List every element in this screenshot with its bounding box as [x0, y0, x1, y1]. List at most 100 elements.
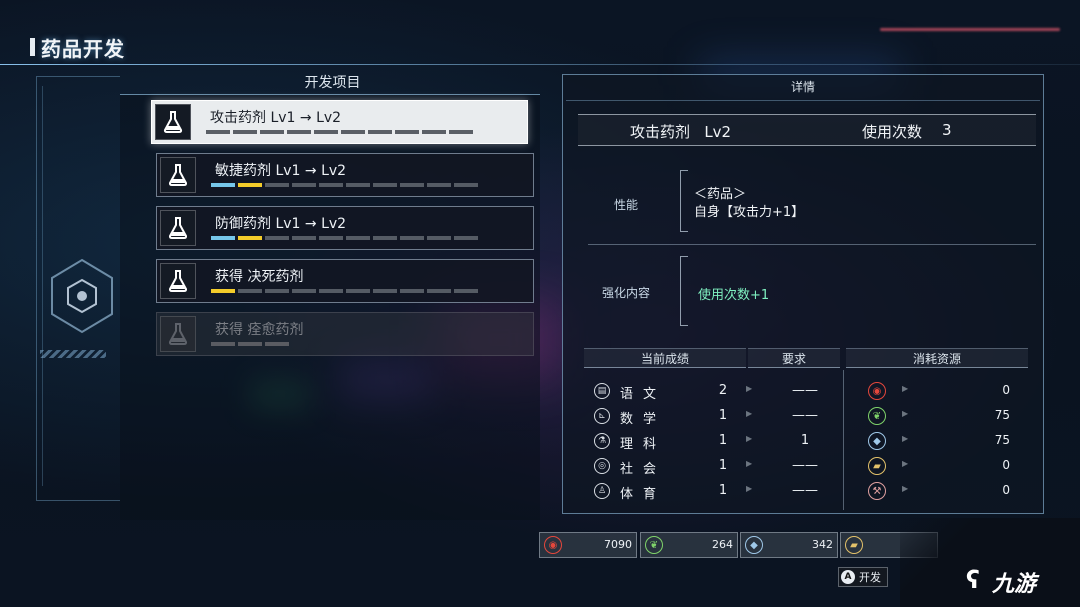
- crystal-icon: ◆: [745, 536, 763, 554]
- stat-required: ——: [792, 383, 818, 398]
- science-icon: ⚗: [594, 433, 610, 449]
- flask-icon: [160, 157, 196, 193]
- progress-segment: [287, 130, 311, 134]
- resource-bar-cell: ❦ 264: [640, 532, 738, 558]
- hammer-icon: ⚒: [868, 482, 886, 500]
- left-deco-stripes: [40, 350, 106, 358]
- red-gem-icon: ◉: [868, 382, 886, 400]
- progress-segment: [233, 130, 257, 134]
- arrow-right-icon: ▶: [902, 434, 909, 443]
- title-divider: [0, 64, 1080, 65]
- table-row: ⚗ 理科 1 ▶ 1: [594, 431, 834, 453]
- progress-segment: [211, 342, 235, 346]
- screen-title-box: 药品开发: [30, 32, 125, 62]
- list-item-label: 防御药剂 Lv1 → Lv2: [215, 216, 347, 232]
- stat-required: ——: [792, 458, 818, 473]
- resource-bar-cell: ◆ 342: [740, 532, 838, 558]
- stat-value: 1: [718, 483, 728, 498]
- stat-name: 数学: [620, 412, 667, 427]
- stat-name: 社会: [620, 462, 667, 477]
- progress-segments: [211, 183, 478, 187]
- develop-button[interactable]: A 开发: [838, 567, 888, 587]
- resource-amount: 342: [812, 538, 833, 551]
- stat-name: 理科: [620, 437, 667, 452]
- stat-value: 1: [718, 433, 728, 448]
- list-item-label: 获得 决死药剂: [215, 269, 304, 285]
- progress-segment: [368, 130, 392, 134]
- resource-cost-row: ⚒ ▶ 0: [868, 481, 1010, 503]
- progress-segment: [400, 289, 424, 293]
- progress-segment: [373, 183, 397, 187]
- resource-cost-value: 0: [1002, 483, 1010, 497]
- performance-line-2: 自身【攻击力+1】: [694, 205, 805, 220]
- progress-segment: [265, 183, 289, 187]
- stat-required: ——: [792, 483, 818, 498]
- stat-name: 体育: [620, 487, 667, 502]
- arrow-right-icon: ▶: [902, 484, 909, 493]
- resource-cost-value: 75: [994, 408, 1010, 422]
- stat-value: 2: [718, 383, 728, 398]
- progress-segment: [400, 236, 424, 240]
- list-item-label: 获得 痊愈药剂: [215, 322, 304, 338]
- progress-segment: [238, 236, 262, 240]
- resource-bar-cell: ◉ 7090: [539, 532, 637, 558]
- list-item[interactable]: 攻击药剂 Lv1 → Lv2: [151, 100, 528, 144]
- hex-emblem-icon: [51, 258, 113, 334]
- resource-amount: 264: [712, 538, 733, 551]
- watermark-logo-icon: ʕ: [966, 566, 980, 594]
- society-icon: ◎: [594, 458, 610, 474]
- gold-ore-icon: ▰: [845, 536, 863, 554]
- progress-segment: [292, 183, 316, 187]
- table-row: ▤ 语文 2 ▶ ——: [594, 381, 834, 403]
- table-row: ◎ 社会 1 ▶ ——: [594, 456, 834, 478]
- progress-segment: [319, 289, 343, 293]
- progress-segment: [238, 183, 262, 187]
- progress-segment: [422, 130, 446, 134]
- progress-segment: [265, 236, 289, 240]
- arrow-right-icon: ▶: [902, 384, 909, 393]
- progress-segment: [395, 130, 419, 134]
- list-item-label: 攻击药剂 Lv1 → Lv2: [210, 110, 342, 126]
- detail-level-text: Lv2: [704, 123, 732, 141]
- progress-segment: [449, 130, 473, 134]
- resource-cost-value: 0: [1002, 458, 1010, 472]
- arrow-right-icon: ▶: [902, 409, 909, 418]
- gold-ore-icon: ▰: [868, 457, 886, 475]
- crystal-icon: ◆: [868, 432, 886, 450]
- progress-segment: [314, 130, 338, 134]
- progress-segment: [427, 236, 451, 240]
- detail-item-name: 攻击药剂 Lv2: [630, 121, 731, 142]
- math-icon: ⊾: [594, 408, 610, 424]
- detail-separator: [588, 244, 1036, 245]
- screen-title: 药品开发: [41, 36, 125, 61]
- progress-segment: [238, 289, 262, 293]
- detail-header: 详情: [790, 80, 815, 94]
- detail-header-divider: [566, 100, 1040, 101]
- uses-label: 使用次数: [862, 123, 923, 141]
- arrow-right-icon: ▶: [746, 409, 753, 418]
- develop-button-label: 开发: [859, 571, 881, 584]
- title-marker: [30, 38, 35, 56]
- list-header-divider: [120, 94, 540, 95]
- leaf-icon: ❦: [868, 407, 886, 425]
- progress-segment: [319, 183, 343, 187]
- resource-cost-row: ❦ ▶ 75: [868, 406, 1010, 428]
- resource-cost-row: ▰ ▶ 0: [868, 456, 1010, 478]
- required-header: 要求: [748, 348, 840, 368]
- resource-cost-row: ◆ ▶ 75: [868, 431, 1010, 453]
- performance-label: 性能: [614, 198, 639, 212]
- current-score-header: 当前成绩: [584, 348, 746, 368]
- resource-amount: 7090: [604, 538, 632, 551]
- list-item[interactable]: 敏捷药剂 Lv1 → Lv2: [156, 153, 534, 197]
- list-item[interactable]: 获得 决死药剂: [156, 259, 534, 303]
- progress-segment: [265, 342, 289, 346]
- progress-segment: [427, 289, 451, 293]
- resource-cost-value: 75: [994, 433, 1010, 447]
- enhance-bracket: [680, 256, 688, 326]
- performance-line-1: ＜药品＞: [694, 187, 747, 202]
- list-item[interactable]: 防御药剂 Lv1 → Lv2: [156, 206, 534, 250]
- arrow-right-icon: ▶: [746, 384, 753, 393]
- table-divider: [843, 370, 844, 510]
- list-header: 开发项目: [304, 75, 361, 91]
- stat-required: 1: [800, 433, 810, 448]
